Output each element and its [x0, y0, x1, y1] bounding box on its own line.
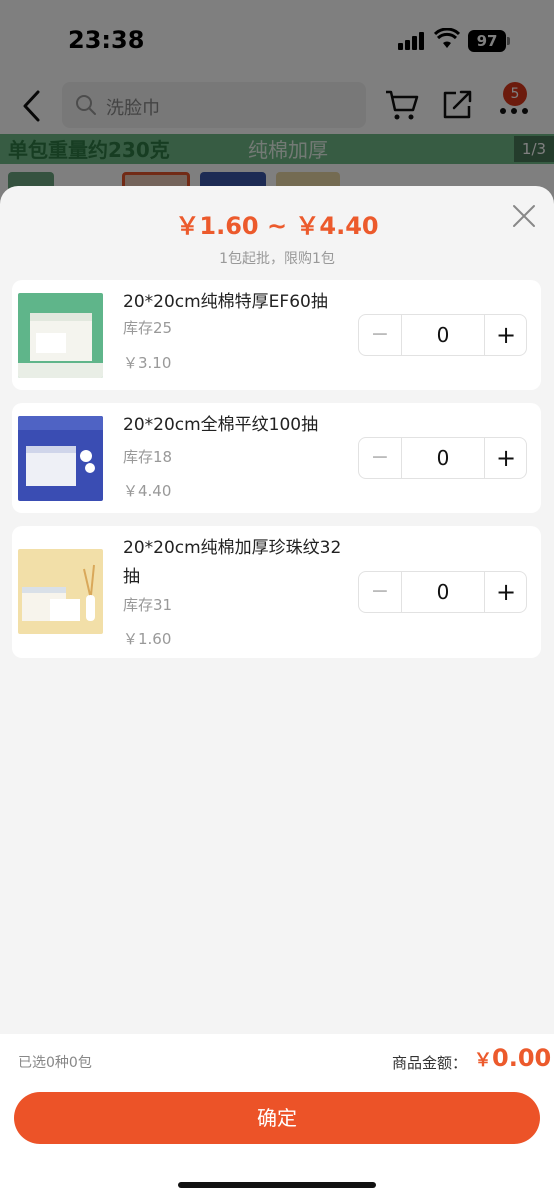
sku-price: ￥4.40: [123, 482, 172, 500]
screen: 23:38 97 洗脸巾: [0, 0, 554, 1200]
decrease-button[interactable]: −: [359, 572, 402, 612]
total-label: 商品金额：: [392, 1054, 468, 1072]
quantity-input[interactable]: 0: [402, 315, 484, 355]
quantity-stepper: − 0 +: [358, 571, 527, 613]
sku-thumbnail: [18, 293, 103, 378]
sku-selection-sheet: ￥1.60 ~ ￥4.40 1包起批，限购1包 20*20cm纯棉特厚EF60抽…: [0, 186, 554, 1200]
total-currency: ￥: [474, 1050, 492, 1071]
min-order-note: 1包起批，限购1包: [219, 251, 335, 267]
sku-thumbnail: [18, 549, 103, 634]
selected-summary: 已选0种0包: [18, 1055, 92, 1071]
price-range: ￥1.60 ~ ￥4.40: [175, 212, 379, 240]
sku-stock: 库存18: [123, 448, 173, 466]
increase-button[interactable]: +: [484, 438, 527, 478]
sku-price: ￥3.10: [123, 354, 172, 372]
quantity-input[interactable]: 0: [402, 438, 484, 478]
home-indicator: [178, 1182, 376, 1188]
sku-card: 20*20cm全棉平纹100抽 库存18 ￥4.40 − 0 +: [12, 403, 541, 513]
sku-name: 20*20cm纯棉加厚珍珠纹32抽: [123, 538, 342, 587]
sku-card: 20*20cm纯棉加厚珍珠纹32抽 库存31 ￥1.60 − 0 +: [12, 526, 541, 658]
sheet-footer: 已选0种0包 商品金额： ￥0.00 确定: [0, 1034, 554, 1200]
total-amount: ￥0.00: [474, 1044, 551, 1072]
close-icon[interactable]: [510, 202, 538, 230]
sku-price: ￥1.60: [123, 630, 172, 648]
sku-card: 20*20cm纯棉特厚EF60抽 库存25 ￥3.10 − 0 +: [12, 280, 541, 390]
sku-name: 20*20cm全棉平纹100抽: [123, 415, 319, 435]
sku-stock: 库存31: [123, 596, 173, 614]
sku-thumbnail: [18, 416, 103, 501]
decrease-button[interactable]: −: [359, 438, 402, 478]
increase-button[interactable]: +: [484, 572, 527, 612]
sku-stock: 库存25: [123, 319, 173, 337]
quantity-input[interactable]: 0: [402, 572, 484, 612]
quantity-stepper: − 0 +: [358, 437, 527, 479]
confirm-button[interactable]: 确定: [14, 1092, 540, 1144]
total-number: 0.00: [492, 1044, 552, 1072]
decrease-button[interactable]: −: [359, 315, 402, 355]
quantity-stepper: − 0 +: [358, 314, 527, 356]
increase-button[interactable]: +: [484, 315, 527, 355]
sku-name: 20*20cm纯棉特厚EF60抽: [123, 292, 328, 312]
